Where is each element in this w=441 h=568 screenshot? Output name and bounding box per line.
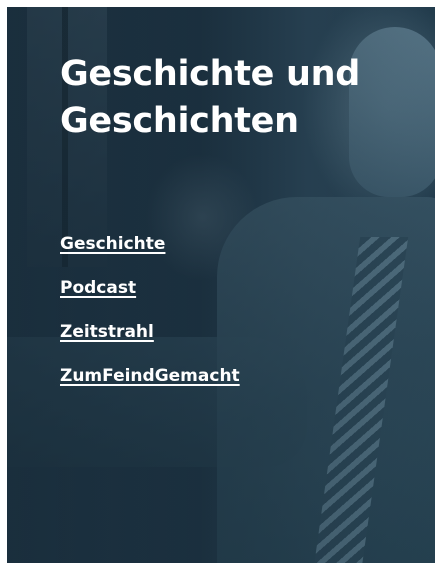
hero-panel: Geschichte und Geschichten Geschichte Po… xyxy=(7,7,435,563)
nav-link-podcast[interactable]: Podcast xyxy=(60,278,136,298)
nav-item-zeitstrahl: Zeitstrahl xyxy=(60,319,240,345)
nav-link-zumfeindgemacht[interactable]: ZumFeindGemacht xyxy=(60,366,240,386)
nav-item-podcast: Podcast xyxy=(60,275,240,301)
page-title-line-2: Geschichten xyxy=(60,101,299,141)
nav-link-geschichte[interactable]: Geschichte xyxy=(60,234,165,254)
nav-item-zumfeindgemacht: ZumFeindGemacht xyxy=(60,363,240,389)
nav-link-list: Geschichte Podcast Zeitstrahl ZumFeindGe… xyxy=(60,231,240,407)
page-title: Geschichte und Geschichten xyxy=(60,51,420,145)
nav-item-geschichte: Geschichte xyxy=(60,231,240,257)
nav-link-zeitstrahl[interactable]: Zeitstrahl xyxy=(60,322,154,342)
page-title-line-1: Geschichte und xyxy=(60,54,360,94)
